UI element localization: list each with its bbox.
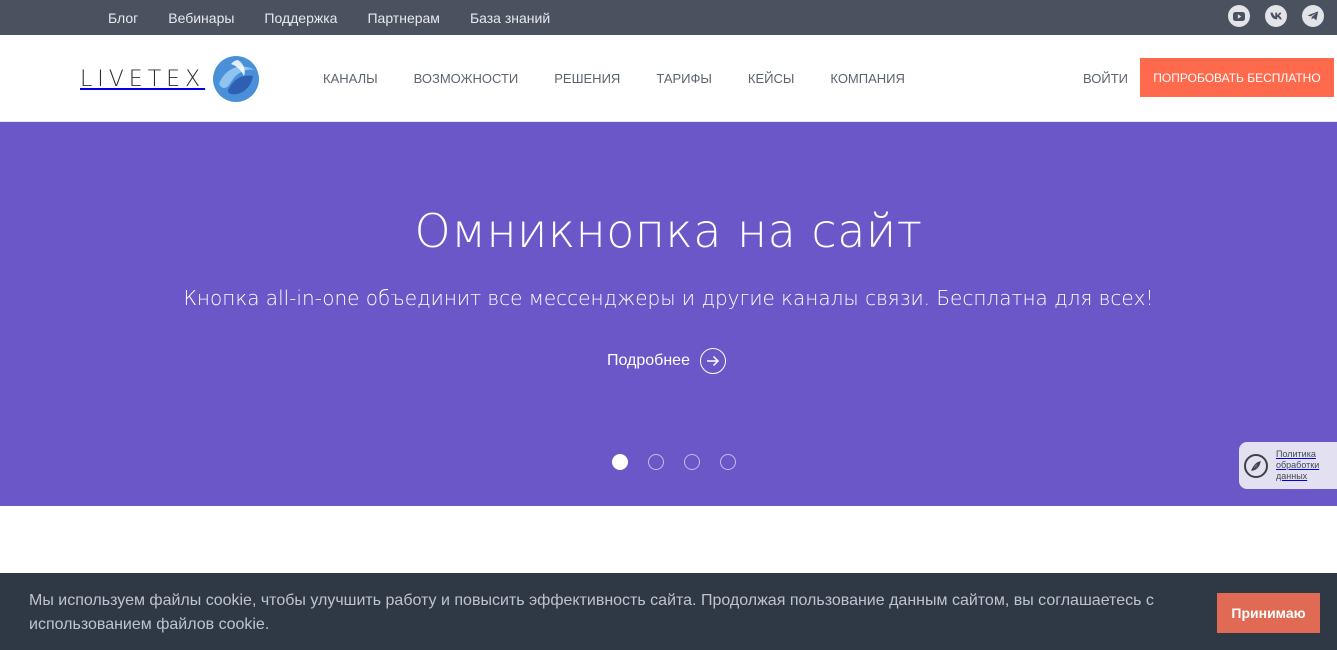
learn-more-link[interactable]: Подробнее xyxy=(607,348,726,374)
nav-solutions[interactable]: РЕШЕНИЯ xyxy=(554,71,620,86)
logo-mark-icon xyxy=(213,56,260,102)
try-free-button[interactable]: ПОПРОБОВАТЬ БЕСПЛАТНО xyxy=(1140,58,1334,97)
top-link-webinars[interactable]: Вебинары xyxy=(168,10,234,26)
nav-channels[interactable]: КАНАЛЫ xyxy=(323,71,378,86)
privacy-policy-widget[interactable]: Политика обработки данных xyxy=(1239,442,1337,489)
nav-company[interactable]: КОМПАНИЯ xyxy=(830,71,905,86)
cookie-banner: Мы используем файлы cookie, чтобы улучши… xyxy=(0,573,1337,650)
youtube-icon[interactable] xyxy=(1228,5,1250,27)
top-link-support[interactable]: Поддержка xyxy=(264,10,337,26)
nav-features[interactable]: ВОЗМОЖНОСТИ xyxy=(414,71,519,86)
social-links xyxy=(1213,5,1324,27)
top-link-blog[interactable]: Блог xyxy=(108,10,138,26)
telegram-icon[interactable] xyxy=(1302,5,1324,27)
privacy-icon xyxy=(1244,453,1268,478)
hero-subtitle: Кнопка all-in-one объединит все мессендж… xyxy=(183,286,1154,310)
slider-dot-3[interactable] xyxy=(684,454,700,470)
livetex-logo[interactable]: LIVETEX xyxy=(80,53,261,105)
top-link-partners[interactable]: Партнерам xyxy=(367,10,439,26)
learn-more-label: Подробнее xyxy=(607,352,690,369)
top-links: Блог Вебинары Поддержка Партнерам База з… xyxy=(108,0,580,35)
accept-cookies-button[interactable]: Принимаю xyxy=(1217,593,1320,633)
login-link[interactable]: ВОЙТИ xyxy=(1083,35,1128,122)
slider-dot-1[interactable] xyxy=(612,454,628,470)
arrow-right-icon xyxy=(699,348,726,374)
logo-text: LIVETEX xyxy=(80,66,206,92)
nav-cases[interactable]: КЕЙСЫ xyxy=(748,71,794,86)
slider-dots xyxy=(612,454,756,470)
slider-dot-4[interactable] xyxy=(720,454,736,470)
cookie-text: Мы используем файлы cookie, чтобы улучши… xyxy=(29,592,1154,633)
site-header: LIVETEX КАНАЛЫ ВОЗМОЖНОСТИ РЕШЕНИЯ ТАРИФ… xyxy=(0,35,1337,122)
privacy-label: Политика обработки данных xyxy=(1276,449,1320,481)
main-nav: КАНАЛЫ ВОЗМОЖНОСТИ РЕШЕНИЯ ТАРИФЫ КЕЙСЫ … xyxy=(323,35,941,122)
top-bar: Блог Вебинары Поддержка Партнерам База з… xyxy=(0,0,1337,35)
top-link-knowledge-base[interactable]: База знаний xyxy=(470,10,550,26)
hero-slider: Омникнопка на сайт Кнопка all-in-one объ… xyxy=(0,122,1337,506)
nav-pricing[interactable]: ТАРИФЫ xyxy=(656,71,712,86)
hero-title: Омникнопка на сайт xyxy=(414,204,923,258)
vk-icon[interactable] xyxy=(1265,5,1287,27)
slider-dot-2[interactable] xyxy=(648,454,664,470)
